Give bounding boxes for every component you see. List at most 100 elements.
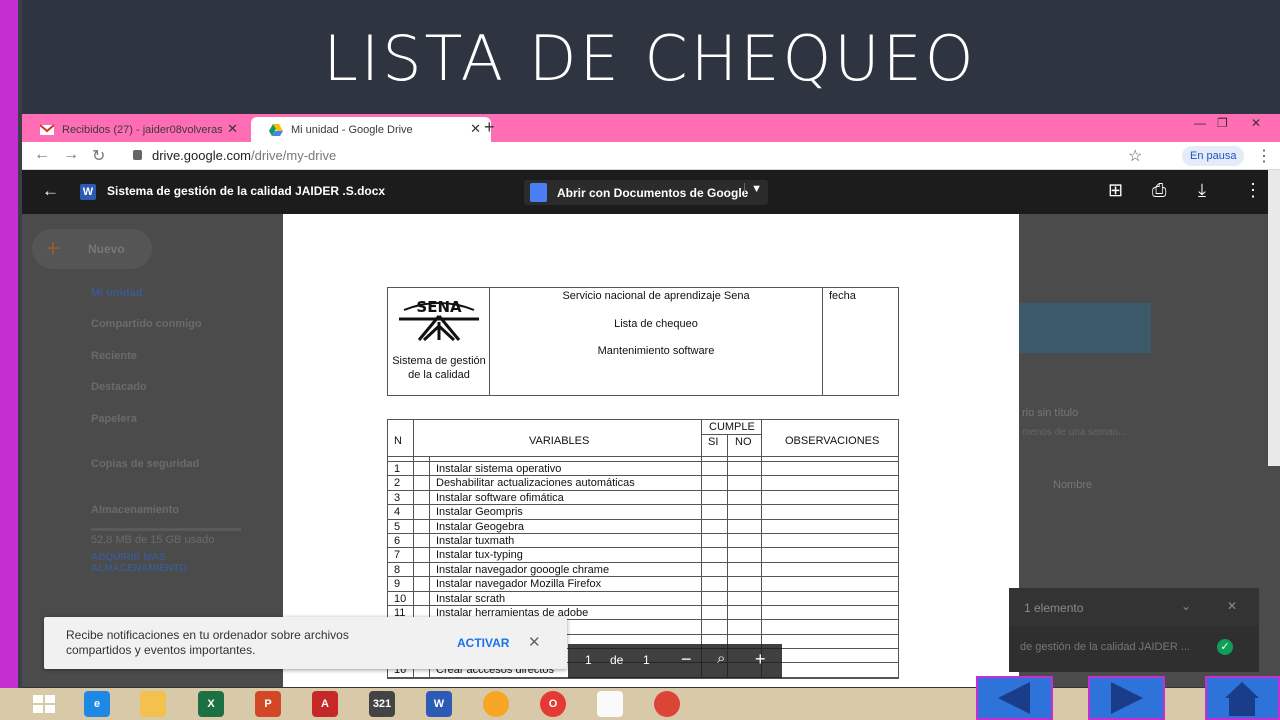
home-slide-button[interactable] xyxy=(1205,676,1280,720)
row-cell xyxy=(702,457,728,461)
row-cell xyxy=(728,533,762,548)
col-n-header: N xyxy=(394,435,402,447)
sidebar-item-compartido[interactable]: Compartido conmigo xyxy=(91,318,202,330)
new-tab-icon[interactable]: + xyxy=(484,117,495,138)
row-cell xyxy=(388,533,414,548)
notepad-icon[interactable] xyxy=(597,691,623,717)
chevron-down-icon[interactable]: ▼ xyxy=(744,183,762,195)
lock-icon xyxy=(133,150,142,160)
windows-start-icon[interactable] xyxy=(33,695,55,713)
col-no-header: NO xyxy=(735,436,752,448)
next-slide-button[interactable] xyxy=(1088,676,1165,720)
row-cell xyxy=(414,548,430,562)
row-number: 2 xyxy=(394,477,401,490)
scrollbar[interactable] xyxy=(1268,170,1280,466)
table-row: 2 Deshabilitar actualizaciones automática… xyxy=(388,476,898,491)
row-cell xyxy=(388,457,414,461)
row-number: 8 xyxy=(394,563,401,576)
row-cell xyxy=(388,462,414,476)
url-field[interactable]: drive.google.com/drive/my-drive xyxy=(152,148,336,163)
buy-storage-link[interactable]: ADQUIRIR MÁS ALMACENAMIENTO xyxy=(91,552,221,574)
row-variable: Deshabilitar actualizaciones automáticas xyxy=(436,477,635,490)
row-cell xyxy=(702,577,728,591)
chevron-down-icon[interactable]: ⌄ xyxy=(1181,599,1191,613)
opera-icon[interactable]: O xyxy=(540,691,566,717)
sena-logo-text: SENA xyxy=(416,298,462,316)
download-icon[interactable]: ⤓ xyxy=(1198,180,1206,201)
row-cell xyxy=(702,620,728,634)
file-explorer-icon[interactable] xyxy=(140,691,166,717)
back-arrow-icon[interactable]: ← xyxy=(42,181,59,201)
sidebar-item-mi-unidad[interactable]: Mi unidad xyxy=(91,287,142,299)
card-subtitle: menos de una seman... xyxy=(1022,427,1127,438)
zoom-icon[interactable]: ⌕ xyxy=(717,650,725,667)
window-close-icon[interactable]: ✕ xyxy=(1251,116,1261,130)
table-row: 10 Instalar scrath xyxy=(388,591,898,606)
more-options-icon[interactable]: ⋮ xyxy=(1244,180,1262,201)
back-arrow-icon[interactable]: ← xyxy=(34,146,50,164)
row-cell xyxy=(702,562,728,577)
row-cell xyxy=(702,476,728,490)
card-title[interactable]: rio sin título xyxy=(1022,407,1078,419)
system-caption: Sistema de gestión de la calidad xyxy=(392,355,486,381)
add-comment-icon[interactable]: ⊞ xyxy=(1108,180,1123,201)
row-number: 5 xyxy=(394,520,401,533)
powerpoint-icon[interactable]: P xyxy=(255,691,281,717)
file-thumbnail[interactable] xyxy=(1019,303,1151,353)
row-cell xyxy=(728,562,762,577)
tab-drive[interactable]: Mi unidad - Google Drive ✕ xyxy=(251,117,491,142)
row-cell xyxy=(702,605,728,620)
menu-kebab-icon[interactable]: ⋮ xyxy=(1256,146,1272,166)
logo-cell: SENA Sistema de gestión de la calidad xyxy=(388,288,490,395)
zoom-out-icon[interactable]: − xyxy=(681,649,692,670)
open-with-button[interactable]: Abrir con Documentos de Google ▼ xyxy=(524,180,768,205)
print-icon[interactable]: ⎙ xyxy=(1152,180,1166,201)
activate-button[interactable]: ACTIVAR xyxy=(457,636,509,650)
sidebar-item-papelera[interactable]: Papelera xyxy=(91,413,137,425)
row-cell xyxy=(388,490,414,505)
row-cell xyxy=(388,577,414,591)
sidebar-item-copias[interactable]: Copias de seguridad xyxy=(91,458,199,470)
row-number: 6 xyxy=(394,534,401,547)
restore-icon[interactable]: ❐ xyxy=(1217,116,1228,130)
row-cell xyxy=(728,490,762,505)
row-cell xyxy=(728,519,762,533)
minimize-icon[interactable]: — xyxy=(1194,116,1206,130)
tab-gmail[interactable]: Recibidos (27) - jaider08volveras ✕ xyxy=(22,117,248,142)
profile-pause-badge[interactable]: En pausa xyxy=(1182,146,1245,166)
notification-toast: Recibe notificaciones en tu ordenador so… xyxy=(44,617,567,669)
col-si-header: SI xyxy=(708,436,719,448)
close-icon[interactable]: ✕ xyxy=(528,633,541,651)
row-number: 3 xyxy=(394,491,401,504)
media-player-icon[interactable]: 321 xyxy=(369,691,395,717)
browser-tab-bar: Recibidos (27) - jaider08volveras ✕ Mi u… xyxy=(22,114,1280,142)
star-icon[interactable]: ☆ xyxy=(1128,146,1142,166)
row-cell xyxy=(388,548,414,562)
avast-icon[interactable] xyxy=(483,691,509,717)
sort-label[interactable]: Nombre xyxy=(1053,479,1092,491)
sidebar-item-destacado[interactable]: Destacado xyxy=(91,381,147,393)
reload-icon[interactable]: ↻ xyxy=(92,146,105,166)
zoom-in-icon[interactable]: + xyxy=(755,649,766,670)
col-variables-header: VARIABLES xyxy=(529,435,590,447)
internet-explorer-icon[interactable]: e xyxy=(84,691,110,717)
close-icon[interactable]: ✕ xyxy=(227,121,238,137)
row-number: 9 xyxy=(394,578,401,591)
checklist-header: N VARIABLES CUMPLE SI NO OBSERVACIONES xyxy=(388,420,898,457)
row-cell xyxy=(728,548,762,562)
table-row: 8 Instalar navegador gooogle chrame xyxy=(388,562,898,578)
close-icon[interactable]: ✕ xyxy=(1227,599,1237,613)
chrome-icon[interactable] xyxy=(654,691,680,717)
doc-type: Lista de chequeo xyxy=(614,318,698,330)
acrobat-icon[interactable]: A xyxy=(312,691,338,717)
sidebar-item-almacenamiento[interactable]: Almacenamiento xyxy=(91,504,179,516)
sidebar-item-reciente[interactable]: Reciente xyxy=(91,350,137,362)
row-variable: Instalar sistema operativo xyxy=(436,463,562,475)
forward-arrow-icon[interactable]: → xyxy=(63,146,79,164)
word-icon[interactable]: W xyxy=(426,691,452,717)
upload-file-name[interactable]: de gestión de la calidad JAIDER ... xyxy=(1020,641,1190,653)
previous-slide-button[interactable] xyxy=(976,676,1053,720)
excel-icon[interactable]: X xyxy=(198,691,224,717)
close-icon[interactable]: ✕ xyxy=(470,121,481,137)
open-with-label: Abrir con Documentos de Google xyxy=(557,185,749,200)
